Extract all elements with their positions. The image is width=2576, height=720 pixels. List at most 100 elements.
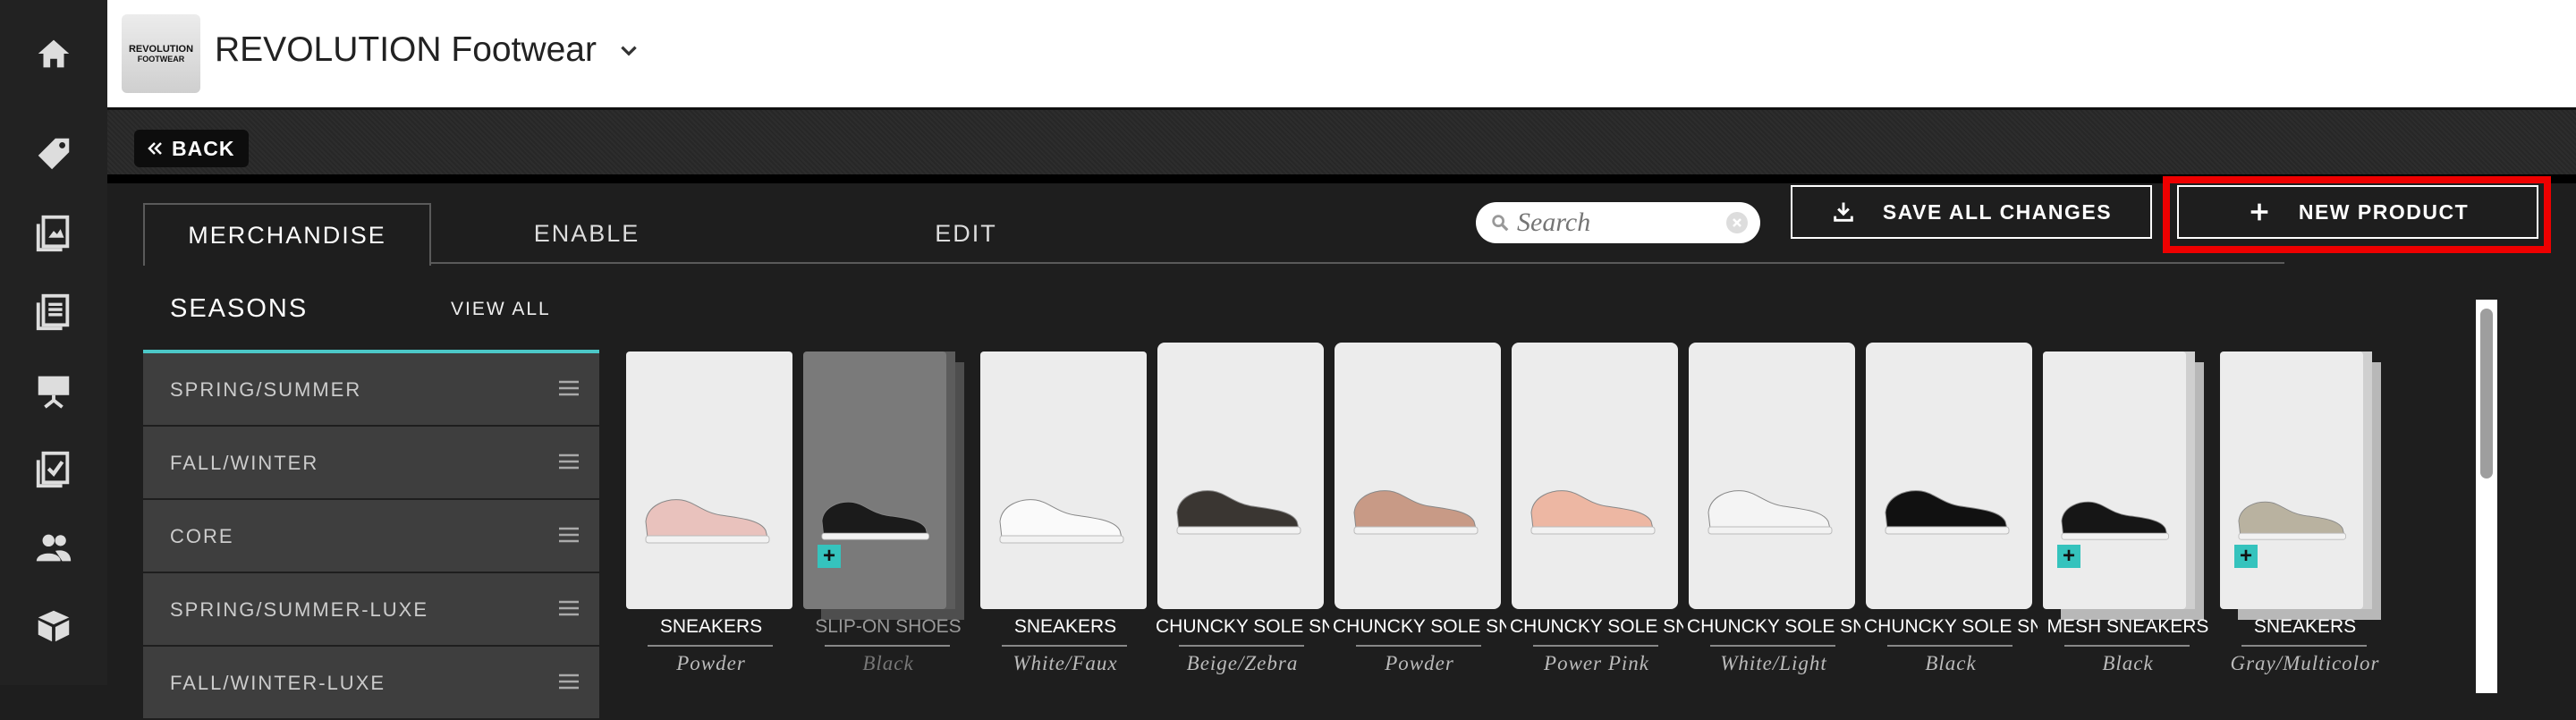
product-category: SNEAKERS: [1013, 616, 1117, 637]
presentation-icon[interactable]: [0, 351, 107, 429]
season-item-spring-summer-luxe[interactable]: SPRING/SUMMER-LUXE: [143, 573, 599, 645]
category-underline: [648, 645, 773, 647]
add-variant-icon[interactable]: +: [2057, 545, 2080, 568]
category-underline: [1002, 645, 1127, 647]
product-color: Power Pink: [1544, 652, 1649, 674]
product-color: Beige/Zebra: [1186, 652, 1299, 674]
product-color: Gray/Multicolor: [2230, 652, 2380, 674]
logo-text-line2: FOOTWEAR: [137, 55, 185, 64]
brand-logo: REVOLUTION FOOTWEAR: [122, 14, 200, 93]
tab-enable[interactable]: ENABLE: [488, 203, 685, 264]
product-category: CHUNCKY SOLE SNEAKERS: [1687, 616, 1860, 637]
shoe-image: [1885, 490, 2010, 535]
add-variant-icon[interactable]: +: [818, 545, 841, 568]
product-image[interactable]: [2220, 352, 2363, 609]
product-color: Black: [2102, 652, 2154, 674]
search-box: [1476, 202, 1760, 243]
download-icon: [1834, 202, 1853, 222]
product-category: CHUNCKY SOLE SNEAKERS: [1864, 616, 2038, 637]
product-category: SLIP-ON SHOES: [815, 616, 962, 637]
shoe-image: [821, 501, 929, 540]
search-icon: [1492, 215, 1509, 232]
back-button[interactable]: BACK: [134, 130, 250, 167]
new-product-highlight: [2163, 176, 2551, 253]
products-scrollbar[interactable]: [2476, 300, 2497, 693]
back-bar: BACK: [107, 110, 2576, 183]
main-content: MERCHANDISE ENABLE EDIT SAVE ALL CHANGES…: [107, 176, 2576, 718]
season-label: SPRING/SUMMER-LUXE: [170, 598, 429, 621]
product-category: SNEAKERS: [659, 616, 763, 637]
season-item-core[interactable]: CORE: [143, 500, 599, 572]
drag-handle-icon[interactable]: [558, 380, 580, 396]
category-underline: [2064, 645, 2190, 647]
category-underline: [2241, 645, 2367, 647]
product-color: Black: [862, 652, 914, 674]
app-sidebar: [0, 0, 107, 685]
category-underline: [825, 645, 950, 647]
clear-search-icon[interactable]: [1726, 212, 1748, 233]
season-label: FALL/WINTER: [170, 452, 319, 474]
product-color: Powder: [1385, 652, 1454, 674]
catalog-icon[interactable]: [0, 193, 107, 272]
tabs-divider: [428, 262, 2284, 264]
season-item-fall-winter[interactable]: FALL/WINTER: [143, 427, 599, 498]
product-image[interactable]: [803, 352, 946, 609]
double-chevron-left-icon: [148, 142, 162, 155]
product-color: Black: [1925, 652, 1977, 674]
checklist-icon[interactable]: [0, 429, 107, 508]
home-icon[interactable]: [0, 14, 107, 93]
product-image[interactable]: [1866, 343, 2032, 609]
seasons-title: SEASONS: [170, 294, 309, 323]
drag-handle-icon[interactable]: [558, 527, 580, 543]
shoe-image: [2238, 501, 2346, 540]
product-image[interactable]: [1157, 343, 1324, 609]
shoe-image: [1530, 490, 1656, 535]
season-label: CORE: [170, 525, 234, 547]
list-icon[interactable]: [0, 272, 107, 351]
drag-handle-icon[interactable]: [558, 673, 580, 690]
product-color: White/Faux: [1013, 652, 1118, 674]
product-image[interactable]: [980, 352, 1147, 609]
category-underline: [1710, 645, 1835, 647]
product-image[interactable]: [2043, 352, 2186, 609]
seasons-list: SPRING/SUMMER FALL/WINTER CORE SPRING/SU…: [143, 353, 599, 720]
save-all-changes-label: SAVE ALL CHANGES: [1882, 199, 2113, 224]
product-color: Powder: [676, 652, 746, 674]
logo-text-line1: REVOLUTION: [128, 44, 194, 55]
season-item-spring-summer[interactable]: SPRING/SUMMER: [143, 353, 599, 425]
add-variant-icon[interactable]: +: [2234, 545, 2258, 568]
brand-name[interactable]: REVOLUTION Footwear: [215, 30, 597, 70]
tab-merchandise[interactable]: MERCHANDISE: [143, 203, 431, 266]
category-underline: [1533, 645, 1658, 647]
product-image[interactable]: [1512, 343, 1678, 609]
drag-handle-icon[interactable]: [558, 453, 580, 470]
save-all-changes-button[interactable]: SAVE ALL CHANGES: [1791, 185, 2152, 239]
back-button-label: BACK: [172, 136, 235, 160]
box-icon[interactable]: [0, 587, 107, 665]
users-icon[interactable]: [0, 508, 107, 587]
tag-icon[interactable]: [0, 114, 107, 193]
product-category: SNEAKERS: [2253, 616, 2357, 637]
shoe-image: [1353, 490, 1479, 535]
season-item-fall-winter-luxe[interactable]: FALL/WINTER-LUXE: [143, 647, 599, 718]
product-image[interactable]: [1335, 343, 1501, 609]
shoe-image: [1707, 490, 1833, 535]
product-image[interactable]: [1689, 343, 1855, 609]
product-category: CHUNCKY SOLE SNEAKERS: [1156, 616, 1329, 637]
scrollbar-thumb[interactable]: [2480, 309, 2493, 479]
shoe-image: [1176, 490, 1301, 535]
product-image[interactable]: [626, 352, 792, 609]
view-all-link[interactable]: VIEW ALL: [451, 299, 551, 320]
top-bar: REVOLUTION FOOTWEAR REVOLUTION Footwear: [107, 0, 2576, 110]
product-color: White/Light: [1720, 652, 1827, 674]
category-underline: [1887, 645, 2012, 647]
category-underline: [1179, 645, 1304, 647]
season-label: SPRING/SUMMER: [170, 378, 362, 401]
chevron-down-icon[interactable]: [617, 39, 640, 63]
product-category: CHUNCKY SOLE SNEAKERS: [1510, 616, 1683, 637]
drag-handle-icon[interactable]: [558, 600, 580, 616]
search-input[interactable]: [1517, 206, 1714, 240]
product-category: MESH SNEAKERS: [2046, 616, 2209, 637]
tab-edit[interactable]: EDIT: [877, 203, 1055, 264]
shoe-image: [999, 499, 1124, 544]
